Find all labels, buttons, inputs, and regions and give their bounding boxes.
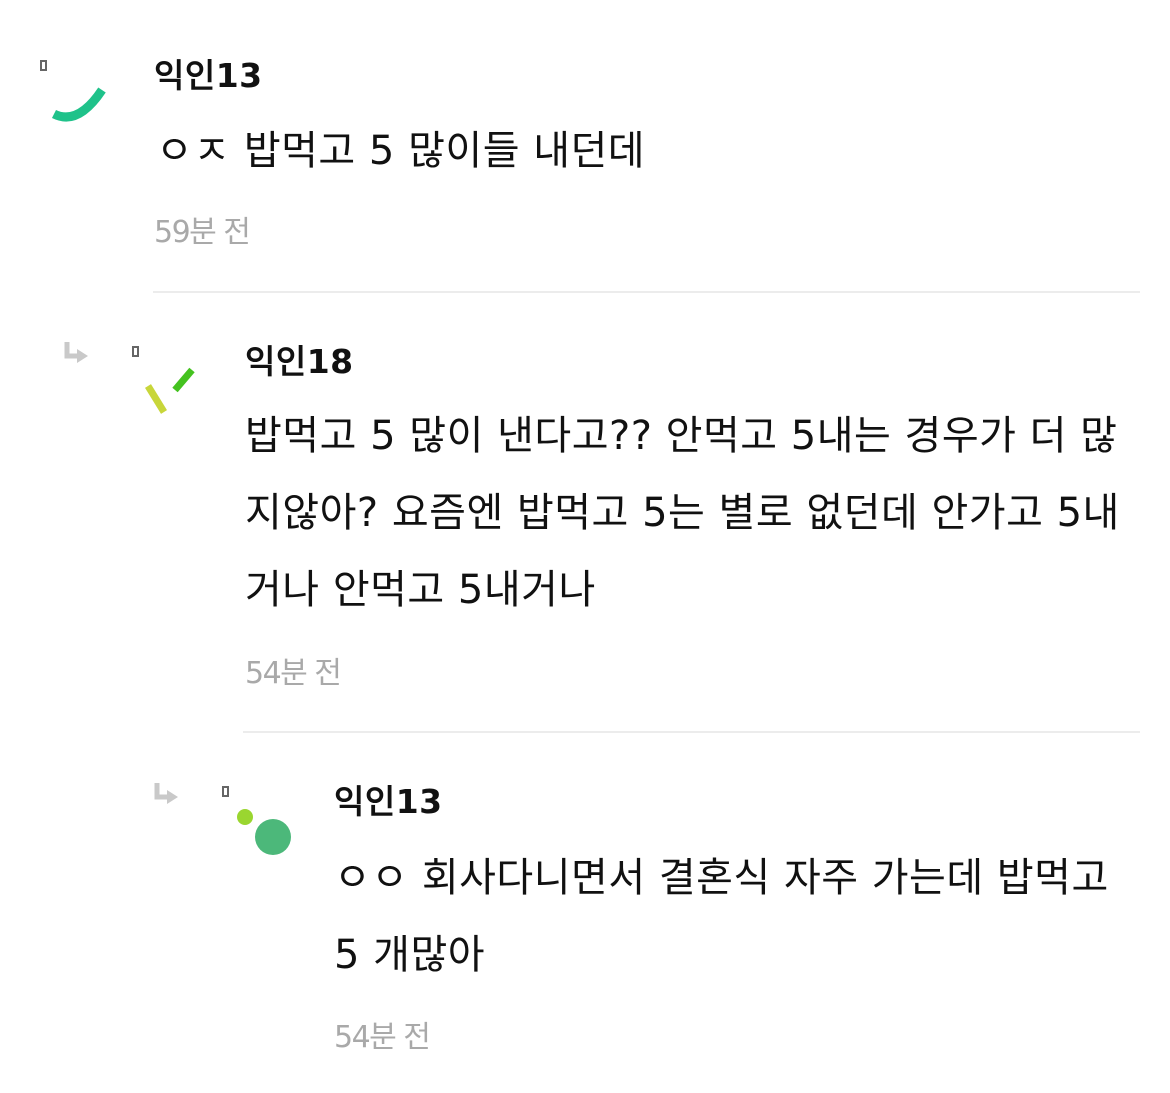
author-name[interactable]: 익인13 bbox=[334, 782, 443, 822]
reply-arrow-icon bbox=[154, 783, 178, 804]
timestamp: 54분 전 bbox=[334, 1020, 431, 1055]
broken-image-icon bbox=[222, 786, 229, 797]
comment-text: ㅇㅇ 회사다니면서 결혼식 자주 가는데 밥먹고 5 개많아 bbox=[334, 855, 1109, 978]
avatar[interactable] bbox=[228, 800, 298, 870]
comment-3: 익인13 ㅇㅇ 회사다니면서 결혼식 자주 가는데 밥먹고 5 개많아 54분 … bbox=[0, 0, 1170, 1093]
